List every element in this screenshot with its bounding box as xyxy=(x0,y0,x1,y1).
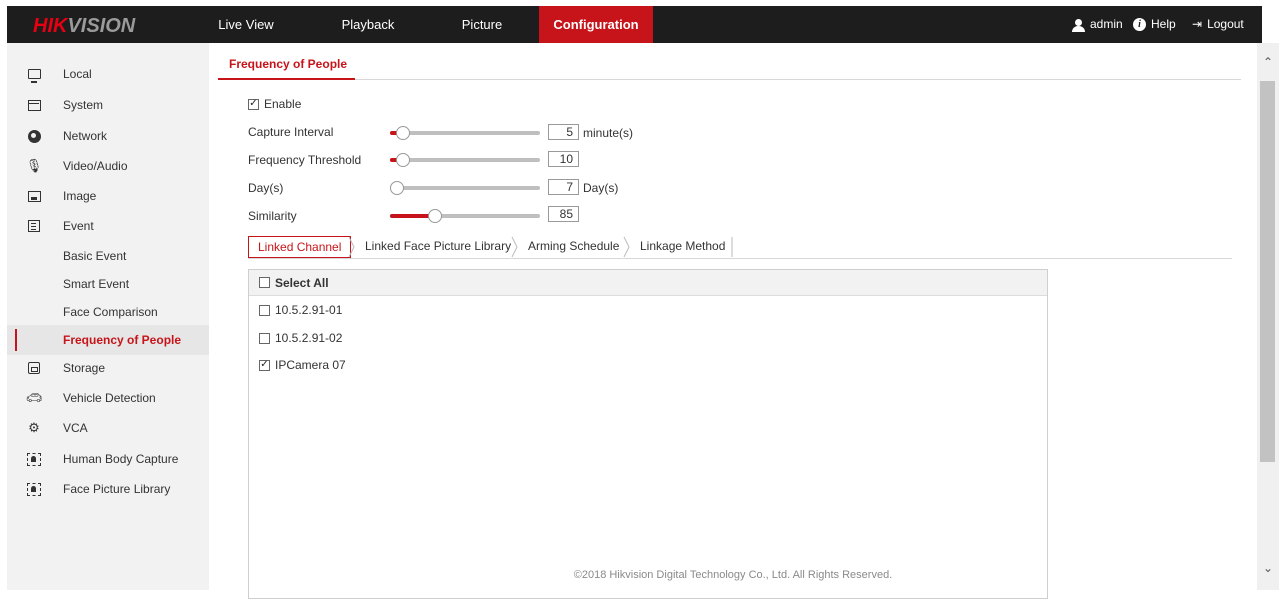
days-input[interactable]: 7 xyxy=(548,179,579,195)
sidebar-item-frequency-of-people[interactable]: Frequency of People xyxy=(7,325,209,355)
capture-interval-unit: minute(s) xyxy=(583,126,634,140)
tab-active-indicator xyxy=(218,78,355,80)
enable-row: ✓ Enable xyxy=(248,94,301,114)
sidebar-item-face-picture-library[interactable]: Face Picture Library xyxy=(7,474,209,504)
subtabs-divider xyxy=(248,258,1232,259)
tab-divider xyxy=(218,79,1241,80)
channel-name: 10.5.2.91-02 xyxy=(275,331,343,345)
nav-playback[interactable]: Playback xyxy=(328,6,408,43)
top-bar: HIKVISION Live View Playback Picture Con… xyxy=(7,6,1262,43)
sidebar-item-vca[interactable]: ⚙︎ VCA xyxy=(7,413,209,443)
sidebar-item-smart-event[interactable]: Smart Event xyxy=(7,269,209,299)
frequency-threshold-slider[interactable] xyxy=(390,153,540,167)
slider-handle[interactable] xyxy=(396,153,410,167)
enable-label: Enable xyxy=(264,97,302,111)
network-icon xyxy=(27,129,41,143)
sidebar-item-image[interactable]: Image xyxy=(7,181,209,211)
sidebar: Local System Network 🎙︎ Video/Audio Imag… xyxy=(7,43,209,590)
setting-label: Capture Interval xyxy=(248,125,334,139)
channel-checkbox[interactable] xyxy=(259,332,270,344)
capture-interval-slider[interactable] xyxy=(390,126,540,140)
user-account[interactable]: admin xyxy=(1072,6,1123,43)
nav-configuration[interactable]: Configuration xyxy=(539,6,653,43)
tab-linked-channel[interactable]: Linked Channel xyxy=(248,236,352,258)
logout-link[interactable]: ⇥ Logout xyxy=(1192,6,1244,43)
vehicle-icon: 🚗︎ xyxy=(25,390,43,405)
sidebar-item-basic-event[interactable]: Basic Event xyxy=(7,241,209,271)
tab-linkage-method[interactable]: Linkage Method xyxy=(640,236,725,258)
tab-separator xyxy=(623,236,630,258)
similarity-input[interactable]: 85 xyxy=(548,206,579,222)
days-unit: Day(s) xyxy=(583,181,619,195)
help-icon: i xyxy=(1133,18,1146,31)
sidebar-item-vehicle-detection[interactable]: 🚗︎ Vehicle Detection xyxy=(7,383,209,413)
human-body-icon xyxy=(27,452,41,466)
capture-interval-input[interactable]: 5 xyxy=(548,124,579,140)
channel-name: 10.5.2.91-01 xyxy=(275,303,343,317)
select-all-checkbox[interactable] xyxy=(259,277,270,288)
monitor-icon xyxy=(27,69,41,83)
vca-icon: ⚙︎ xyxy=(28,420,40,435)
list-item[interactable]: 10.5.2.91-02 xyxy=(259,328,342,348)
main-content: Frequency of People ✓ Enable Capture Int… xyxy=(209,43,1257,599)
scrollbar-thumb[interactable] xyxy=(1260,81,1275,462)
nav-picture[interactable]: Picture xyxy=(452,6,512,43)
slider-handle[interactable] xyxy=(390,181,404,195)
microphone-icon: 🎙︎ xyxy=(25,158,43,173)
user-name: admin xyxy=(1090,17,1123,31)
sidebar-item-system[interactable]: System xyxy=(7,90,209,120)
sidebar-item-network[interactable]: Network xyxy=(7,121,209,151)
image-icon xyxy=(27,190,41,202)
page-scrollbar[interactable]: ⌃ ⌄ xyxy=(1257,43,1279,590)
tab-separator xyxy=(731,237,733,257)
channel-list: Select All 10.5.2.91-01 10.5.2.91-02 ✓ I… xyxy=(248,269,1048,599)
select-all-row[interactable]: Select All xyxy=(249,270,1047,296)
system-icon xyxy=(27,99,41,111)
sidebar-item-event[interactable]: Event xyxy=(7,211,209,241)
scroll-down-icon[interactable]: ⌄ xyxy=(1261,561,1275,575)
sidebar-item-local[interactable]: Local xyxy=(7,59,209,89)
sidebar-item-video-audio[interactable]: 🎙︎ Video/Audio xyxy=(7,151,209,181)
setting-label: Frequency Threshold xyxy=(248,153,362,167)
frequency-threshold-input[interactable]: 10 xyxy=(548,151,579,167)
select-all-label: Select All xyxy=(275,275,329,290)
storage-icon xyxy=(28,362,40,374)
list-item[interactable]: ✓ IPCamera 07 xyxy=(259,355,346,375)
hikvision-logo: HIKVISION xyxy=(33,15,136,37)
help-label: Help xyxy=(1151,17,1176,31)
scroll-up-icon[interactable]: ⌃ xyxy=(1261,55,1275,69)
channel-name: IPCamera 07 xyxy=(275,358,346,372)
enable-checkbox[interactable]: ✓ xyxy=(248,98,259,110)
channel-checkbox[interactable] xyxy=(259,304,270,316)
tab-linked-face-picture-library[interactable]: Linked Face Picture Library xyxy=(365,236,511,258)
event-icon xyxy=(28,220,40,232)
sidebar-item-face-comparison[interactable]: Face Comparison xyxy=(7,297,209,327)
tab-separator xyxy=(511,236,518,258)
similarity-slider[interactable] xyxy=(390,209,540,223)
days-slider[interactable] xyxy=(390,181,540,195)
nav-live-view[interactable]: Live View xyxy=(217,6,275,43)
tab-separator xyxy=(348,236,355,258)
slider-handle[interactable] xyxy=(396,126,410,140)
logout-label: Logout xyxy=(1207,17,1244,31)
setting-label: Similarity xyxy=(248,209,297,223)
channel-checkbox[interactable]: ✓ xyxy=(259,359,270,371)
copyright-footer: ©2018 Hikvision Digital Technology Co., … xyxy=(573,569,893,581)
tab-arming-schedule[interactable]: Arming Schedule xyxy=(528,236,619,258)
user-icon xyxy=(1072,18,1085,32)
list-item[interactable]: 10.5.2.91-01 xyxy=(259,300,342,320)
help-link[interactable]: i Help xyxy=(1133,6,1176,43)
logout-icon: ⇥ xyxy=(1192,17,1203,31)
slider-handle[interactable] xyxy=(428,209,442,223)
sidebar-item-human-body-capture[interactable]: Human Body Capture xyxy=(7,444,209,474)
setting-label: Day(s) xyxy=(248,181,284,195)
face-library-icon xyxy=(27,482,41,496)
sidebar-item-storage[interactable]: Storage xyxy=(7,353,209,383)
